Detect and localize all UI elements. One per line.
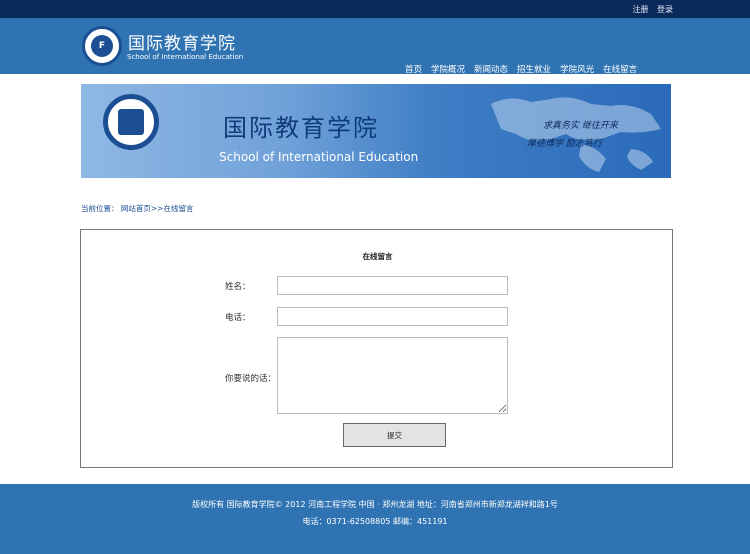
banner-title-cn: 国际教育学院 bbox=[223, 114, 379, 142]
top-links: 注册 登录 bbox=[626, 4, 673, 15]
breadcrumb: 当前位置： 网站首页>>在线留言 bbox=[81, 203, 193, 214]
footer-contact: 电话：0371-62508805 邮编：451191 bbox=[302, 517, 448, 526]
nav-campus[interactable]: 学院风光 bbox=[560, 63, 594, 75]
banner: 国际教育学院 School of International Education… bbox=[81, 84, 671, 178]
banner-seal-icon bbox=[103, 94, 159, 150]
phone-label: 电话： bbox=[225, 313, 251, 323]
logo-core: F bbox=[91, 35, 113, 57]
site-footer: 版权所有 国际教育学院© 2012 河南工程学院 中国 · 郑州龙湖 地址：河南… bbox=[0, 484, 750, 554]
submit-button[interactable]: 提交 bbox=[343, 423, 446, 447]
register-link[interactable]: 注册 bbox=[632, 5, 648, 14]
nav-admissions[interactable]: 招生就业 bbox=[517, 63, 551, 75]
login-link[interactable]: 登录 bbox=[657, 5, 673, 14]
school-logo-icon[interactable]: F bbox=[82, 26, 122, 66]
school-name-cn: 国际教育学院 bbox=[128, 34, 236, 54]
nav-home[interactable]: 首页 bbox=[405, 63, 422, 75]
form-title: 在线留言 bbox=[362, 252, 393, 261]
banner-title-en: School of International Education bbox=[219, 150, 419, 164]
breadcrumb-current[interactable]: 在线留言 bbox=[163, 204, 193, 213]
breadcrumb-sep: >> bbox=[150, 204, 164, 213]
nav-about[interactable]: 学院概况 bbox=[431, 63, 465, 75]
banner-motto-1: 求真务实 继往开来 bbox=[543, 121, 618, 131]
name-input[interactable] bbox=[277, 276, 508, 295]
message-label: 你要说的话： bbox=[225, 374, 277, 384]
phone-input[interactable] bbox=[277, 307, 508, 326]
school-name-en: School of International Education bbox=[127, 53, 244, 61]
breadcrumb-home[interactable]: 网站首页 bbox=[121, 204, 151, 213]
name-label: 姓名： bbox=[225, 282, 251, 292]
seal-core bbox=[118, 109, 144, 135]
top-bar: 注册 登录 bbox=[0, 0, 750, 18]
footer-copyright: 版权所有 国际教育学院© 2012 河南工程学院 中国 · 郑州龙湖 地址：河南… bbox=[192, 500, 558, 509]
main-nav: 首页 学院概况 新闻动态 招生就业 学院风光 在线留言 bbox=[396, 63, 637, 75]
breadcrumb-prefix: 当前位置： bbox=[81, 204, 119, 213]
message-form: 在线留言 姓名： 电话： 你要说的话： 提交 bbox=[80, 229, 673, 468]
world-map-icon bbox=[491, 97, 661, 172]
nav-news[interactable]: 新闻动态 bbox=[474, 63, 508, 75]
banner-motto-2: 厚德博学 励志笃行 bbox=[527, 139, 602, 149]
nav-message[interactable]: 在线留言 bbox=[603, 63, 637, 75]
message-textarea[interactable] bbox=[277, 337, 508, 414]
